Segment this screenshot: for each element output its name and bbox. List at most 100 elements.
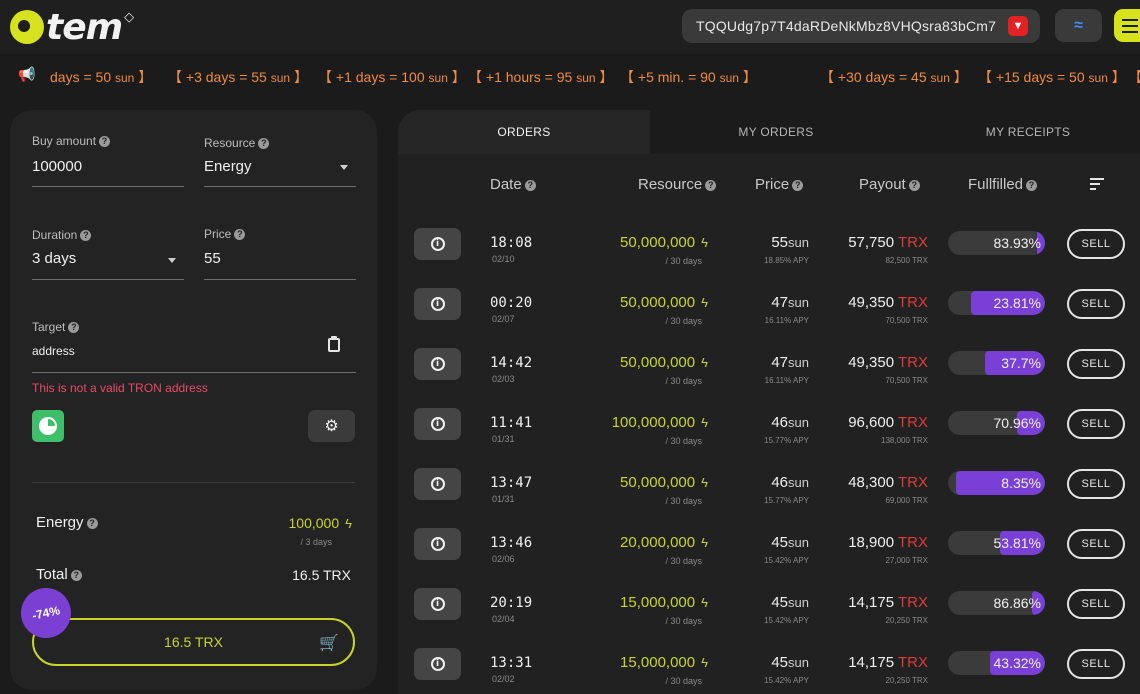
pie-chart-icon [39, 417, 57, 435]
order-price: 45sun [771, 534, 809, 551]
column-header-resource[interactable]: Resource? [638, 176, 717, 193]
fulfilled-percent: 70.96% [993, 415, 1041, 431]
order-apy: 15.77% APY [764, 436, 809, 445]
table-row: i 18:08 02/10 50,000,000 ϟ / 30 days 55sun 18.8… [398, 228, 1140, 288]
column-header-payout[interactable]: Payout? [859, 176, 920, 193]
gem-icon: ◇ [124, 9, 135, 24]
order-apy: 16.11% APY [764, 376, 809, 385]
ticker-item: days = 50 sun 】 [50, 69, 153, 85]
help-icon[interactable]: ? [908, 180, 920, 191]
info-icon: i [430, 537, 445, 551]
order-duration: / 30 days [665, 496, 702, 506]
sell-button[interactable]: SELL [1067, 349, 1125, 379]
info-button[interactable]: i [414, 648, 461, 680]
help-icon[interactable]: ? [80, 230, 92, 241]
order-price: 45sun [771, 654, 809, 671]
buy-button-label: 16.5 TRX [164, 634, 223, 650]
sell-button[interactable]: SELL [1067, 529, 1125, 559]
buy-panel: Buy amount? 100000 Resource? Energy Dura… [10, 110, 377, 690]
fulfilled-progress-bar: 8.35% [948, 471, 1045, 495]
help-icon[interactable]: ? [70, 570, 82, 581]
lightning-icon: ϟ [701, 415, 708, 430]
order-payout-total: 27,000 TRX [885, 556, 928, 565]
info-button[interactable]: i [414, 588, 461, 620]
order-price: 47sun [771, 294, 809, 311]
sell-button[interactable]: SELL [1067, 469, 1125, 499]
fulfilled-percent: 8.35% [1001, 475, 1041, 491]
column-header-fullfilled[interactable]: Fullfilled? [968, 176, 1038, 193]
info-button[interactable]: i [414, 468, 461, 500]
sell-button[interactable]: SELL [1067, 229, 1125, 259]
fulfilled-percent: 43.32% [993, 655, 1041, 671]
walletconnect-icon: ≈ [1074, 16, 1083, 34]
target-address-input[interactable]: address [32, 344, 75, 358]
info-button[interactable]: i [414, 228, 461, 260]
buy-amount-input[interactable]: 100000 [32, 158, 82, 175]
buy-button[interactable]: 16.5 TRX 🛒 [32, 618, 355, 666]
help-icon[interactable]: ? [99, 136, 111, 147]
order-payout-total: 70,500 TRX [885, 376, 928, 385]
column-header-price[interactable]: Price? [755, 176, 804, 193]
table-row: i 11:41 01/31 100,000,000 ϟ / 30 days 46sun 15.… [398, 408, 1140, 468]
chevron-down-icon [168, 258, 176, 263]
order-resource: 50,000,000 ϟ [620, 474, 708, 491]
wallet-address-pill[interactable]: TQQUdg7p7T4daRDeNkMbz8VHQsra83bCm7 ▼ [682, 9, 1040, 43]
price-ticker: 📢 days = 50 sun 】 【 +3 days = 55 sun 】 【… [0, 54, 1140, 94]
info-button[interactable]: i [414, 288, 461, 320]
energy-summary-duration: / 3 days [300, 537, 332, 547]
orders-tabs: ORDERS MY ORDERS MY RECEIPTS [398, 110, 1140, 154]
menu-button[interactable] [1114, 9, 1140, 42]
column-header-date[interactable]: Date? [490, 176, 536, 193]
order-apy: 16.11% APY [764, 316, 809, 325]
order-resource: 100,000,000 ϟ [611, 414, 708, 431]
duration-label: Duration? [32, 228, 92, 242]
help-icon[interactable]: ? [258, 138, 270, 149]
duration-select[interactable]: 3 days [32, 250, 76, 267]
tab-orders[interactable]: ORDERS [398, 110, 650, 154]
help-icon[interactable]: ? [234, 229, 246, 240]
fulfilled-progress-bar: 86.86% [948, 591, 1045, 615]
megaphone-icon: 📢 [18, 66, 36, 82]
lightning-icon: ϟ [345, 516, 352, 531]
order-time: 11:41 [490, 415, 533, 431]
help-icon[interactable]: ? [1026, 180, 1038, 191]
help-icon[interactable]: ? [792, 180, 804, 191]
resource-select[interactable]: Energy [204, 158, 252, 175]
sort-icon[interactable] [1090, 178, 1104, 193]
order-payout: 14,175 TRX [848, 594, 928, 611]
info-icon: i [430, 657, 445, 671]
order-duration: / 30 days [665, 316, 702, 326]
sell-button[interactable]: SELL [1067, 409, 1125, 439]
sell-button[interactable]: SELL [1067, 649, 1125, 679]
help-icon[interactable]: ? [68, 322, 80, 333]
order-duration: / 30 days [665, 556, 702, 566]
logo-text: tem [46, 6, 123, 48]
help-icon[interactable]: ? [86, 518, 98, 529]
help-icon[interactable]: ? [524, 180, 536, 191]
order-apy: 15.77% APY [764, 496, 809, 505]
order-payout: 14,175 TRX [848, 654, 928, 671]
ticker-item: 【 +1 hours = 95 sun 】 [468, 69, 614, 85]
fulfilled-percent: 37.7% [1001, 355, 1041, 371]
ticker-item: 【 +5 min. = 90 sun 】 [620, 69, 757, 85]
info-button[interactable]: i [414, 348, 461, 380]
help-icon[interactable]: ? [705, 180, 717, 191]
logo[interactable]: tem ◇ [10, 6, 135, 48]
tab-my-orders[interactable]: MY ORDERS [650, 110, 902, 154]
clipboard-icon[interactable] [328, 336, 340, 352]
table-row: i 14:42 02/03 50,000,000 ϟ / 30 days 47sun 16.1… [398, 348, 1140, 408]
order-date: 01/31 [492, 434, 515, 444]
order-apy: 18.85% APY [764, 256, 809, 265]
sell-button[interactable]: SELL [1067, 589, 1125, 619]
chart-button[interactable] [32, 410, 64, 442]
info-button[interactable]: i [414, 528, 461, 560]
walletconnect-button[interactable]: ≈ [1055, 9, 1102, 42]
order-price: 45sun [771, 594, 809, 611]
order-payout: 49,350 TRX [848, 294, 928, 311]
price-input[interactable]: 55 [204, 250, 221, 267]
settings-button[interactable]: ⚙ [308, 410, 355, 442]
order-date: 02/02 [492, 674, 515, 684]
sell-button[interactable]: SELL [1067, 289, 1125, 319]
info-button[interactable]: i [414, 408, 461, 440]
tab-my-receipts[interactable]: MY RECEIPTS [902, 110, 1140, 154]
